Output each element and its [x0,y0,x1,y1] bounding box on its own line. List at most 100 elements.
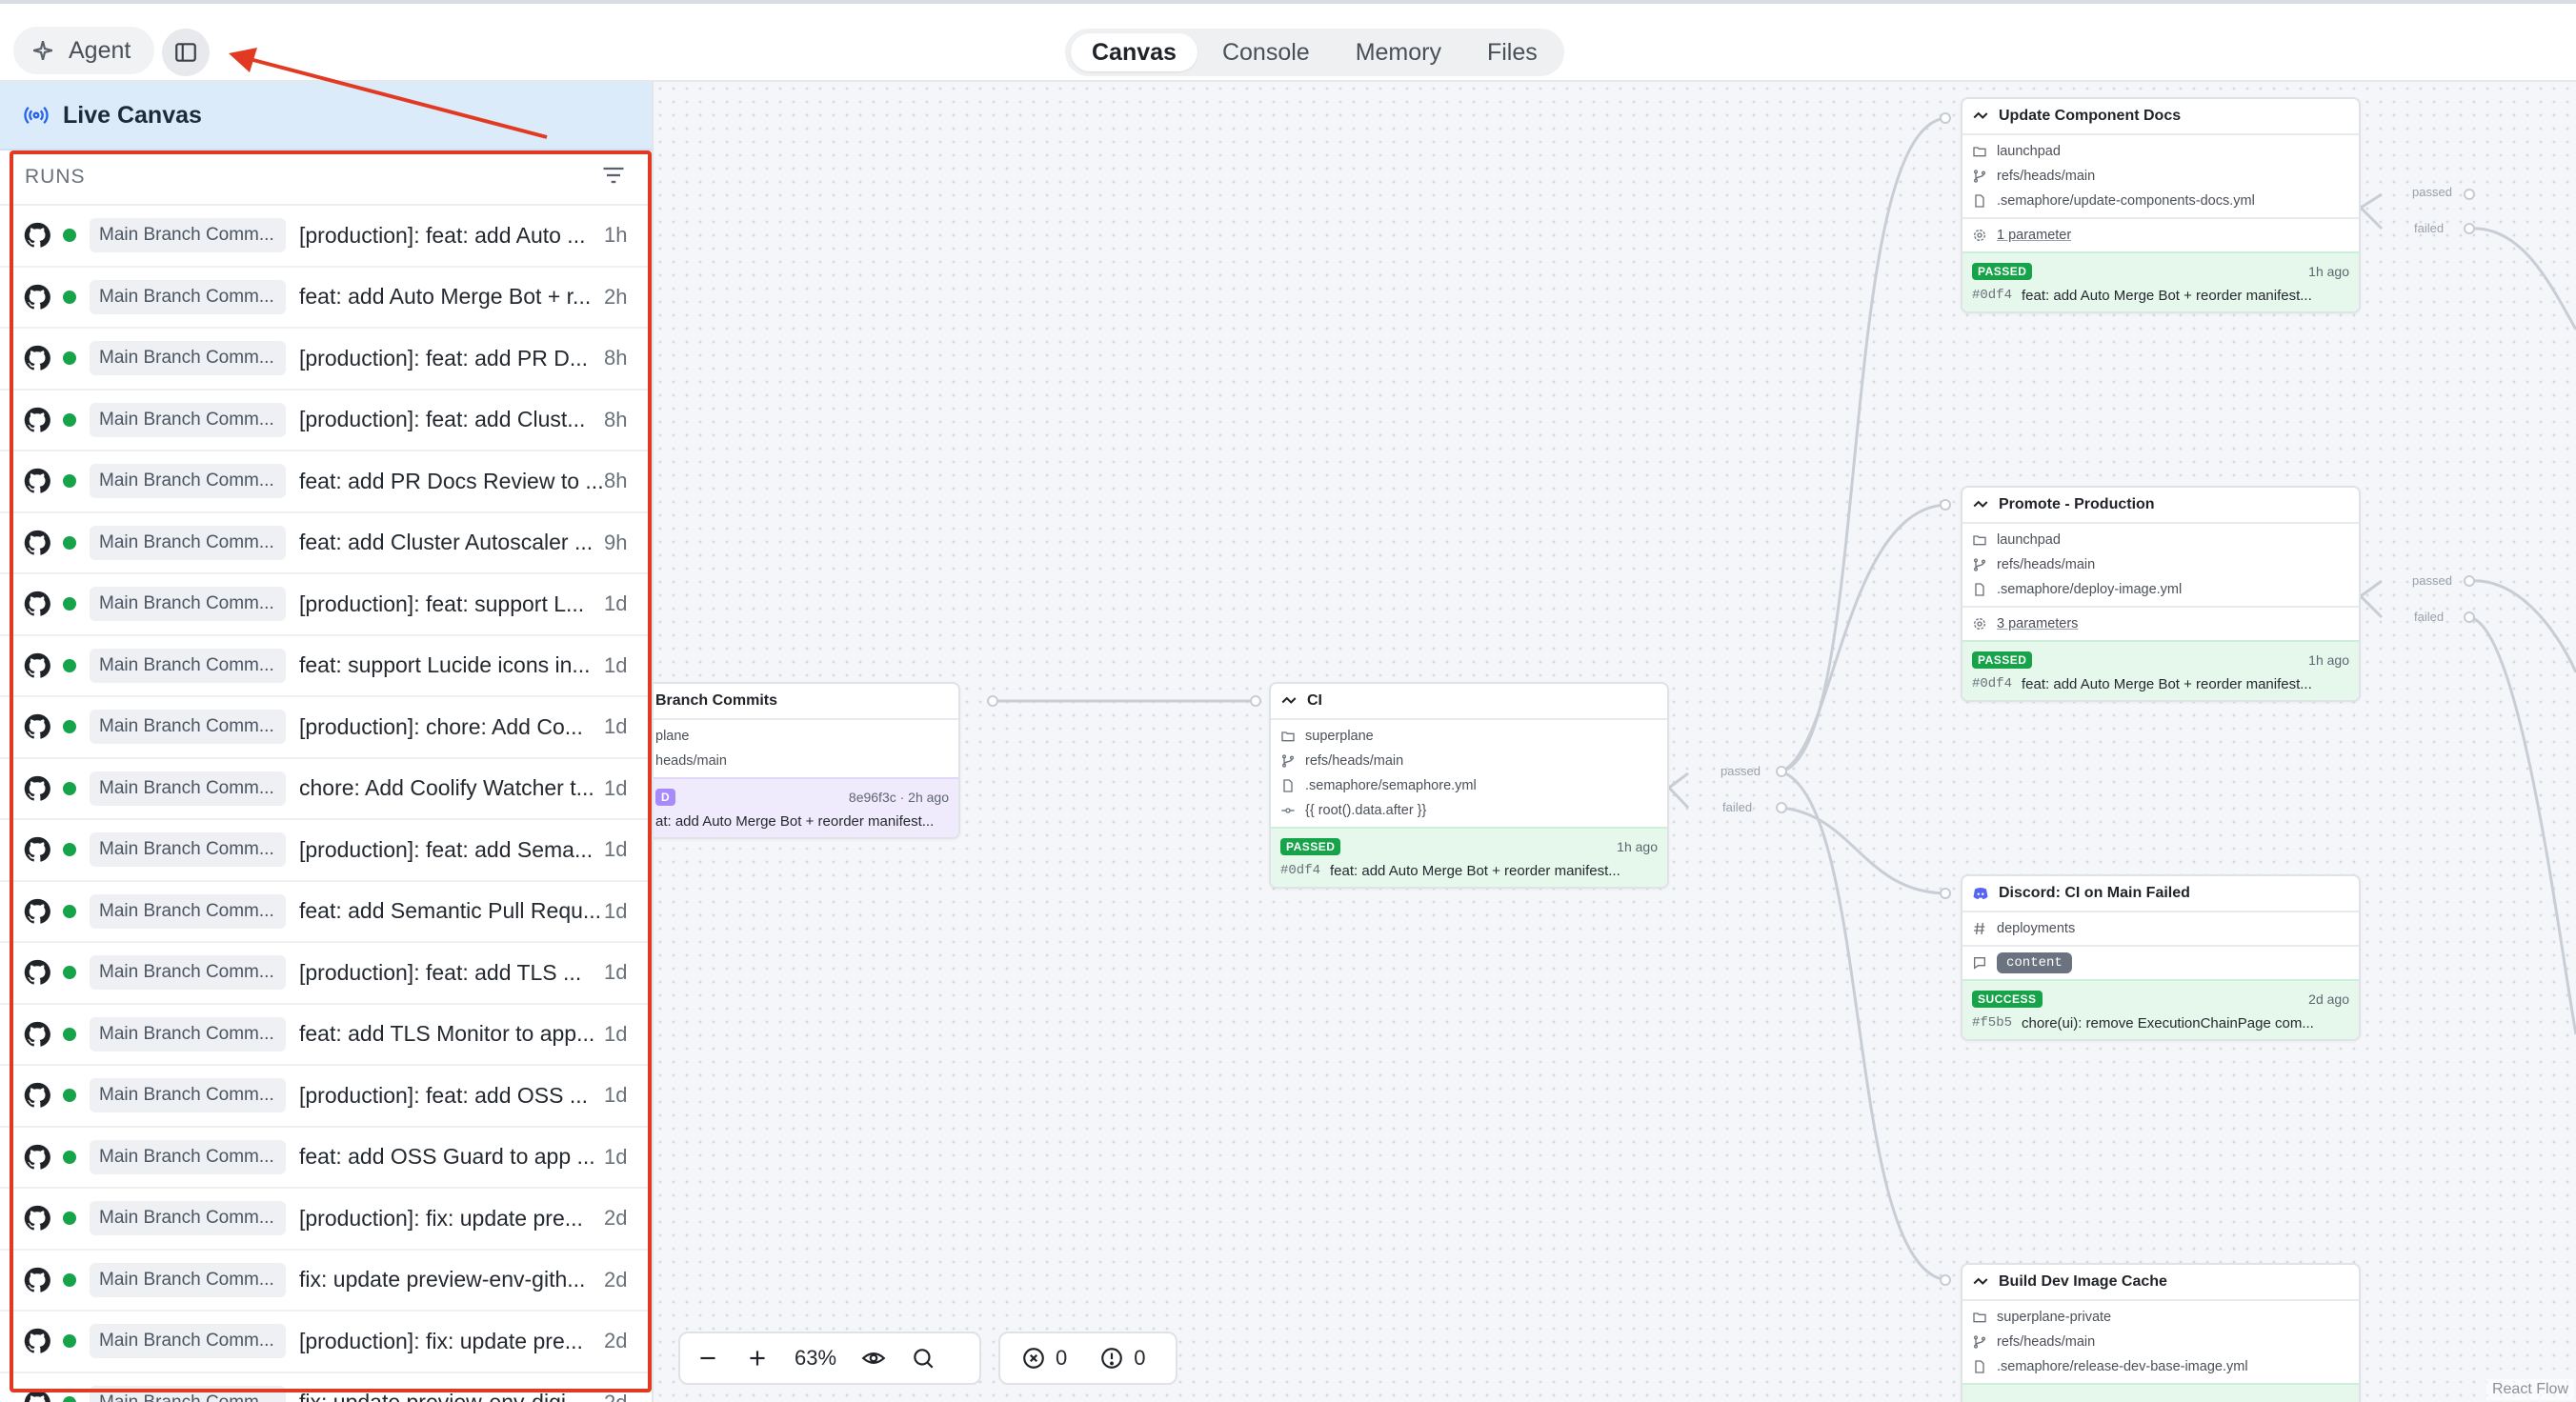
passed-handle[interactable] [2464,575,2475,587]
run-row[interactable]: Main Branch Comm... [production]: fix: u… [0,1189,652,1251]
node-ref: refs/heads/main [1997,1334,2096,1350]
run-message: feat: add Cluster Autoscaler ... [299,530,594,555]
node-input-handle[interactable] [1940,112,1951,124]
commit-message: feat: add Auto Merge Bot + reorder manif… [1330,863,1620,879]
run-row[interactable]: Main Branch Comm... chore: Add Coolify W… [0,759,652,820]
parameters-link[interactable]: 3 parameters [1997,616,2078,631]
run-status-dot [63,966,76,980]
run-row[interactable]: Main Branch Comm... [production]: fix: u… [0,1312,652,1373]
toggle-sidebar-button[interactable] [162,29,210,76]
workflow-canvas[interactable]: Branch Commits plane heads/main D 8e96f3… [654,82,2576,1402]
github-icon [24,714,50,739]
node-input-handle[interactable] [1940,888,1951,899]
run-row[interactable]: Main Branch Comm... feat: add Cluster Au… [0,513,652,574]
run-trigger-tag: Main Branch Comm... [90,1262,286,1297]
github-icon [24,1267,50,1292]
run-trigger-tag: Main Branch Comm... [90,1201,286,1236]
run-trigger-tag: Main Branch Comm... [90,1324,286,1359]
node-output-handle[interactable] [987,695,998,707]
eye-icon[interactable] [861,1346,886,1371]
run-message: [production]: feat: add Auto ... [299,222,586,248]
git-branch-icon [1974,558,1985,571]
edge-label-passed: passed [2412,573,2452,588]
zoom-level: 63% [795,1346,837,1370]
run-trigger-tag: Main Branch Comm... [90,1078,286,1113]
run-age: 1h [604,223,628,248]
file-icon [1975,583,1984,596]
run-age: 1d [604,652,628,677]
search-icon[interactable] [911,1346,936,1371]
tab-files[interactable]: Files [1466,33,1559,71]
failed-handle[interactable] [2464,611,2475,623]
run-row[interactable]: Main Branch Comm... feat: add TLS Monito… [0,1005,652,1066]
folder-icon [1281,731,1295,742]
status-age: 2d ago [2308,991,2349,1007]
node-input-handle[interactable] [1250,695,1261,707]
run-row[interactable]: Main Branch Comm... feat: add OSS Guard … [0,1128,652,1189]
commit-hash: #0df4 [1280,863,1321,878]
run-row[interactable]: Main Branch Comm... fix: update preview-… [0,1373,652,1402]
run-row[interactable]: Main Branch Comm... [production]: chore:… [0,697,652,759]
run-row[interactable]: Main Branch Comm... [production]: feat: … [0,943,652,1005]
run-row[interactable]: Main Branch Comm... feat: add Auto Merge… [0,268,652,329]
run-row[interactable]: Main Branch Comm... feat: add Semantic P… [0,882,652,943]
run-row[interactable]: Main Branch Comm... [production]: feat: … [0,1066,652,1128]
github-icon [24,652,50,678]
parameters-link[interactable]: 1 parameter [1997,228,2071,243]
run-status-dot [63,597,76,611]
tab-canvas[interactable]: Canvas [1071,33,1197,71]
run-trigger-tag: Main Branch Comm... [90,832,286,868]
zoom-in-icon[interactable] [745,1346,770,1371]
edge-ci-out [1668,771,1689,790]
node-input-handle[interactable] [1940,1274,1951,1286]
failed-handle[interactable] [1776,802,1787,813]
agent-button-label: Agent [69,36,131,64]
tab-memory[interactable]: Memory [1335,33,1462,71]
run-message: feat: add Auto Merge Bot + r... [299,284,592,310]
edge-label-failed: failed [2414,221,2445,235]
run-message: fix: update preview-env-gith... [299,1267,586,1292]
run-row[interactable]: Main Branch Comm... [production]: feat: … [0,820,652,882]
run-row[interactable]: Main Branch Comm... [production]: feat: … [0,329,652,391]
node-title: Branch Commits [655,692,778,709]
edge-label-passed: passed [2412,185,2452,199]
git-branch-icon [1974,1335,1985,1349]
passed-handle[interactable] [2464,189,2475,200]
zoom-out-icon[interactable] [695,1346,720,1371]
node-build-dev-image-cache[interactable]: Build Dev Image Cache superplane-private… [1961,1263,2361,1402]
node-branch-commits[interactable]: Branch Commits plane heads/main D 8e96f3… [654,682,960,839]
node-project: launchpad [1997,532,2061,548]
node-ref: refs/heads/main [1997,169,2096,184]
node-promote-production[interactable]: Promote - Production launchpad refs/head… [1961,486,2361,702]
run-trigger-tag: Main Branch Comm... [90,218,286,253]
node-file: .semaphore/release-dev-base-image.yml [1997,1359,2248,1374]
node-status: PASSED 1h ago #0df4 feat: add Auto Merge … [1271,827,1667,887]
run-row[interactable]: Main Branch Comm... fix: update preview-… [0,1251,652,1312]
run-row[interactable]: Main Branch Comm... [production]: feat: … [0,206,652,268]
status-badge: SUCCESS [1972,991,2043,1008]
edge-docs-out [2360,192,2383,210]
runs-header: RUNS [0,150,652,206]
view-tabs: Canvas Console Memory Files [1065,29,1564,76]
issues-controls[interactable]: 0 0 [998,1332,1177,1385]
passed-handle[interactable] [1776,766,1787,777]
node-update-component-docs[interactable]: Update Component Docs launchpad refs/hea… [1961,97,2361,313]
run-age: 2d [604,1329,628,1353]
run-row[interactable]: Main Branch Comm... feat: add PR Docs Re… [0,451,652,513]
broadcast-icon [24,107,49,124]
edge-label-failed: failed [1722,800,1753,814]
run-age: 1d [604,1083,628,1108]
github-icon [24,1083,50,1108]
node-discord-ci-failed[interactable]: Discord: CI on Main Failed deployments c… [1961,874,2361,1041]
node-input-handle[interactable] [1940,499,1951,511]
node-ci[interactable]: CI superplane refs/heads/main .semaphore… [1269,682,1669,889]
run-row[interactable]: Main Branch Comm... [production]: feat: … [0,391,652,451]
filter-button[interactable] [600,162,627,193]
failed-handle[interactable] [2464,223,2475,234]
tab-console[interactable]: Console [1201,33,1331,71]
run-row[interactable]: Main Branch Comm... feat: support Lucide… [0,636,652,697]
react-flow-attribution[interactable]: React Flow [2485,1379,2574,1400]
run-row[interactable]: Main Branch Comm... [production]: feat: … [0,574,652,636]
run-status-dot [63,1272,76,1287]
agent-button[interactable]: Agent [13,27,154,74]
